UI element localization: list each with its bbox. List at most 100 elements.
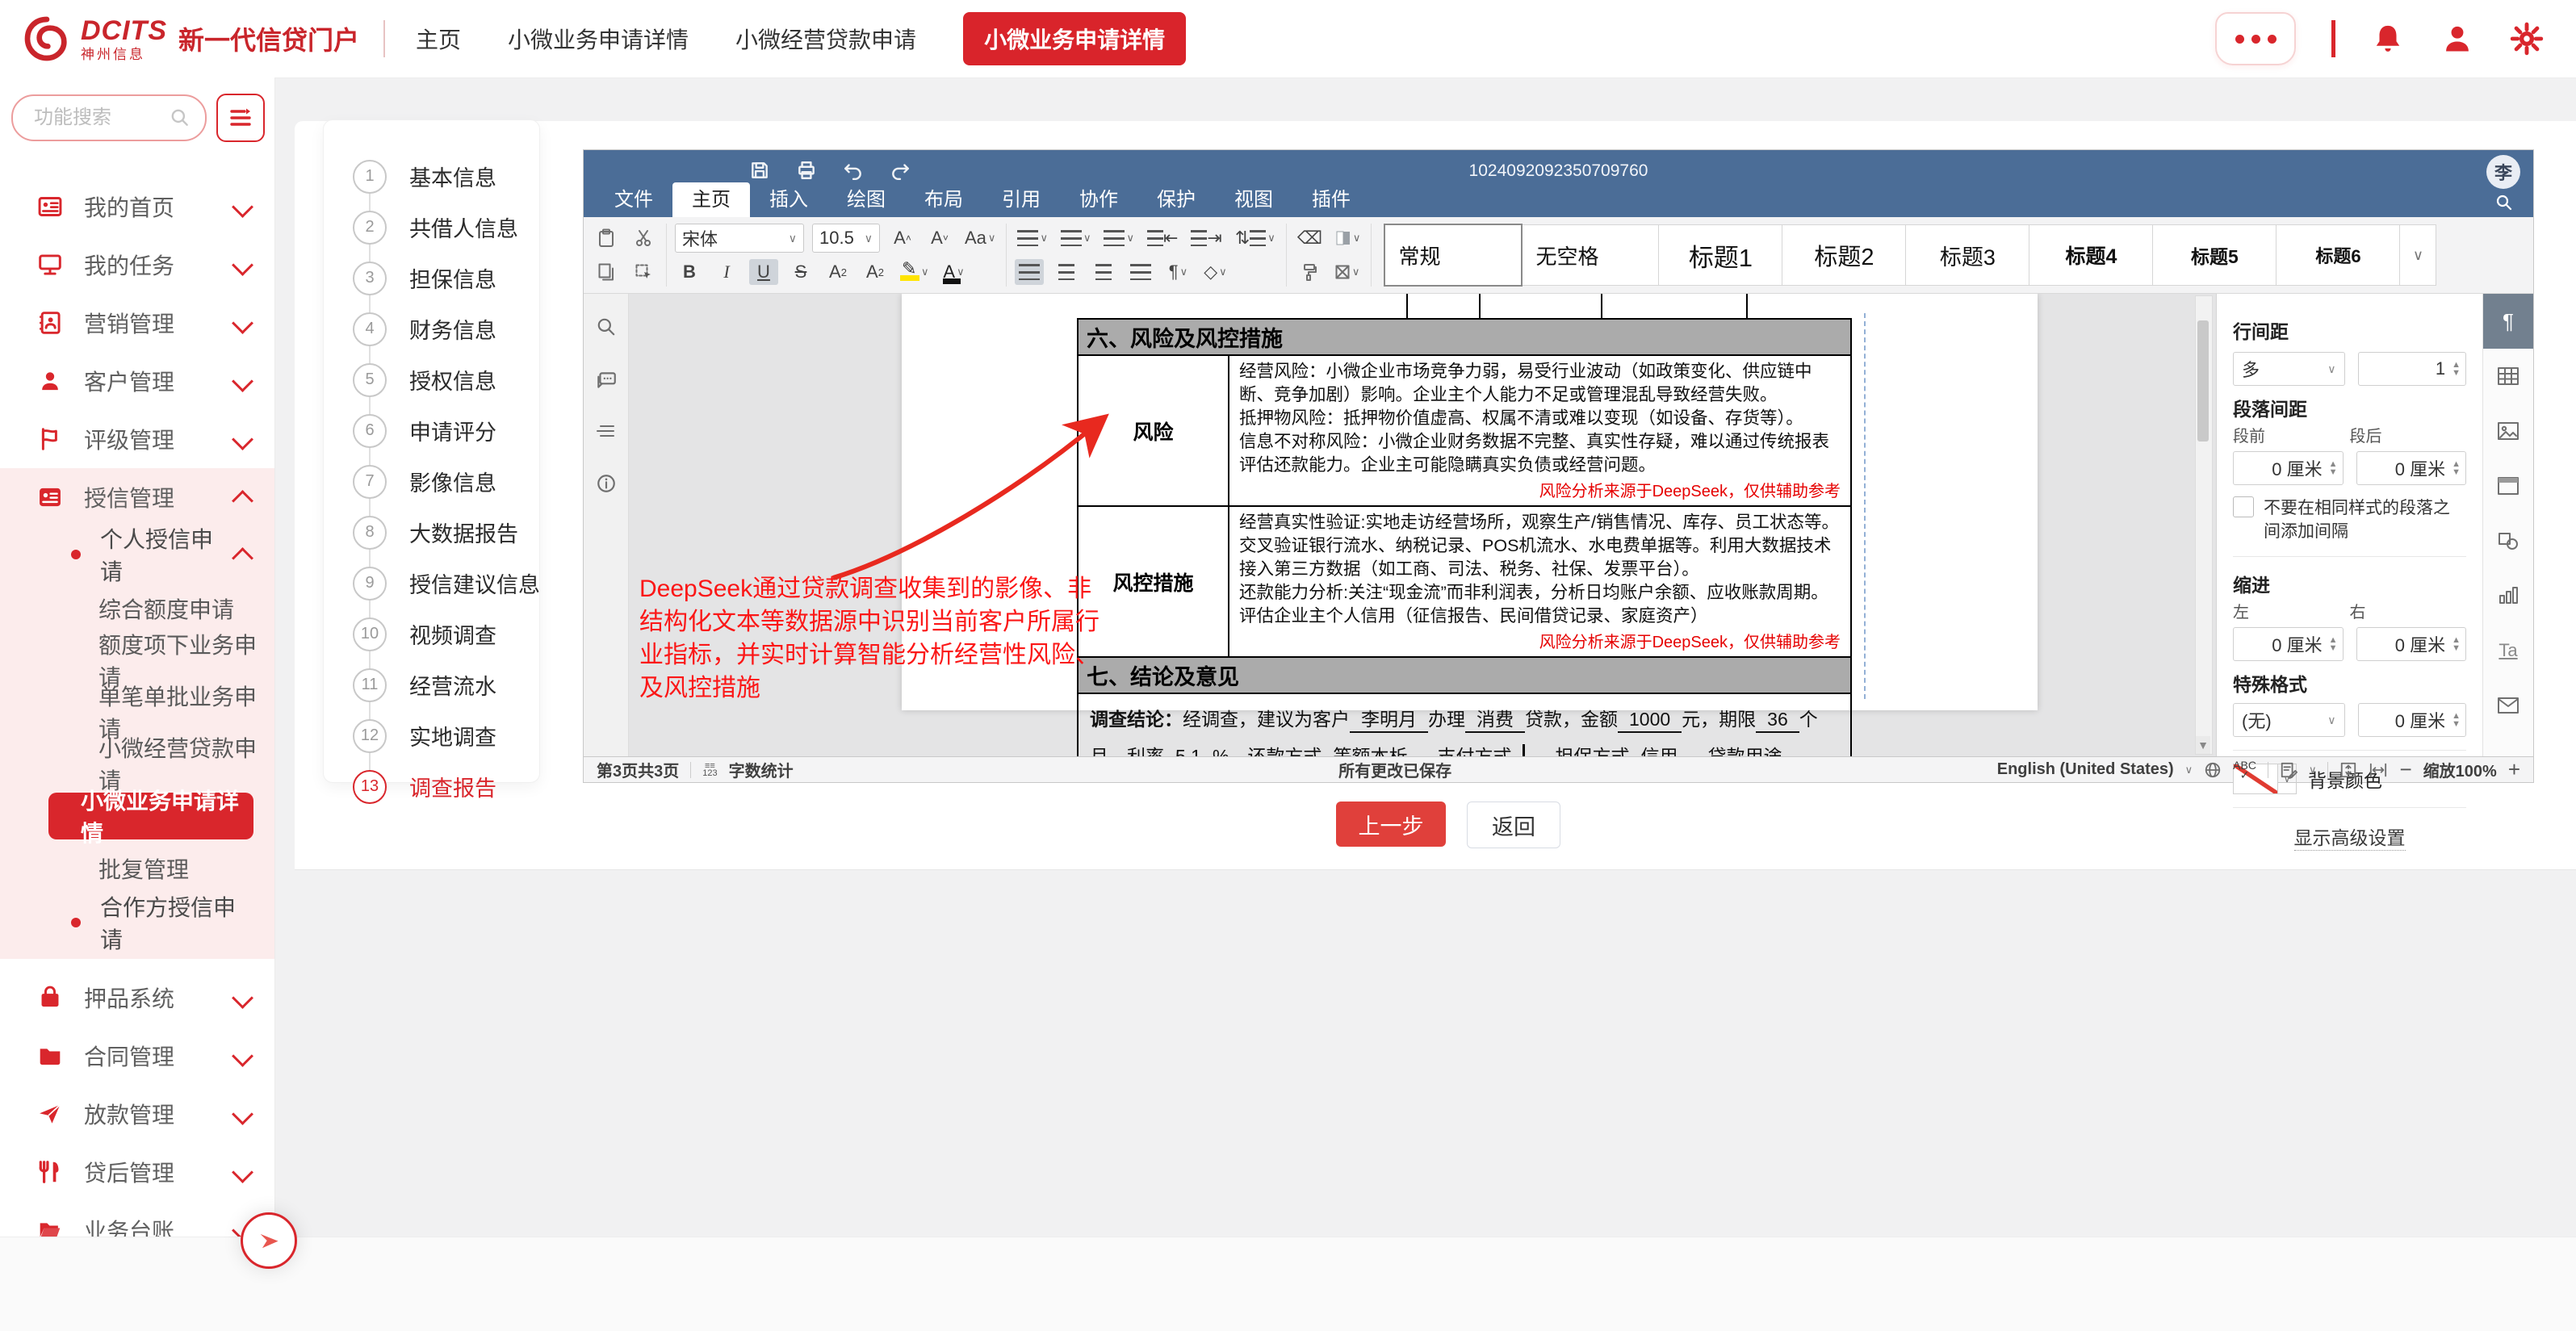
style-heading2[interactable]: 标题2 — [1782, 224, 1906, 286]
styles-expand-icon[interactable]: ∨ — [2399, 224, 2436, 286]
style-heading6[interactable]: 标题6 — [2276, 224, 2400, 286]
step-apply-score[interactable]: 6申请评分 — [353, 405, 540, 456]
sidebar-item-my-tasks[interactable]: 我的任务 — [0, 236, 274, 294]
fit-width-icon[interactable] — [2369, 761, 2388, 779]
special-format-select[interactable]: (无)∨ — [2233, 703, 2345, 737]
sidebar-collapse-fab[interactable] — [241, 1212, 297, 1269]
table-panel-icon[interactable] — [2483, 349, 2533, 404]
info-icon[interactable] — [596, 473, 617, 494]
more-apps-button[interactable] — [2215, 12, 2296, 65]
step-co-borrower[interactable]: 2共借人信息 — [353, 202, 540, 253]
subscript-icon[interactable]: A2 — [861, 259, 890, 285]
sidebar-item-my-home[interactable]: 我的首页 — [0, 178, 274, 236]
sidebar-item-single-batch[interactable]: 单笔单批业务申请 — [0, 686, 274, 738]
language-selector[interactable]: English (United States) — [1997, 760, 2174, 779]
find-icon[interactable] — [596, 316, 617, 337]
paragraph-panel-icon[interactable]: ¶ — [2483, 294, 2533, 349]
step-site-survey[interactable]: 12实地调查 — [353, 710, 540, 761]
editor-tab-view[interactable]: 视图 — [1215, 182, 1292, 217]
paragraph-marks-icon[interactable]: ¶∨ — [1163, 259, 1192, 285]
function-search-input[interactable] — [32, 106, 170, 130]
highlight-color-icon[interactable]: ∨ — [898, 259, 932, 285]
zoom-in-icon[interactable]: + — [2508, 757, 2520, 782]
sidebar-item-rating[interactable]: 评级管理 — [0, 410, 274, 468]
zoom-level[interactable]: 缩放100% — [2423, 758, 2497, 781]
numbered-list-icon[interactable]: ∨ — [1058, 225, 1094, 251]
language-dropdown-icon[interactable]: ∨ — [2185, 764, 2193, 776]
align-left-icon[interactable] — [1015, 259, 1044, 285]
step-survey-report[interactable]: 13调查报告 — [353, 761, 540, 812]
sidebar-item-comprehensive-limit[interactable]: 综合额度申请 — [0, 583, 274, 634]
line-spacing-number[interactable]: 1▲▼ — [2358, 352, 2467, 386]
sidebar-item-collateral[interactable]: 押品系统 — [0, 969, 274, 1027]
sidebar-item-disbursement[interactable]: 放款管理 — [0, 1085, 274, 1143]
shading-icon[interactable]: ◇∨ — [1200, 259, 1229, 285]
conclusion-paragraph[interactable]: 调查结论：经调查，建议为客户李明月办理消费贷款，金额1000元，期限36个月，利… — [1077, 694, 1852, 756]
editor-tab-collaboration[interactable]: 协作 — [1060, 182, 1137, 217]
clear-format-icon[interactable]: ⌫ — [1295, 225, 1325, 251]
sidebar-item-micro-detail-active[interactable]: 小微业务申请详情 — [48, 793, 253, 839]
line-spacing-icon[interactable]: ⇅∨ — [1233, 225, 1278, 251]
bullet-list-icon[interactable]: ∨ — [1015, 225, 1050, 251]
editor-tab-insert[interactable]: 插入 — [750, 182, 827, 217]
sidebar-group-personal-credit[interactable]: 个人授信申请 — [0, 526, 274, 583]
step-credit-advice[interactable]: 9授信建议信息 — [353, 558, 540, 609]
editor-tab-file[interactable]: 文件 — [595, 182, 672, 217]
comments-icon[interactable] — [595, 370, 618, 391]
user-icon[interactable] — [2440, 22, 2474, 56]
globe-icon[interactable] — [2204, 761, 2222, 779]
sidebar-item-under-limit-business[interactable]: 额度项下业务申请 — [0, 634, 274, 686]
font-size-select[interactable]: 10.5∨ — [812, 224, 880, 253]
same-style-spacing-checkbox[interactable]: 不要在相同样式的段落之间添加间隔 — [2233, 496, 2466, 543]
step-authorization[interactable]: 5授权信息 — [353, 354, 540, 405]
fill-color-icon[interactable]: ∨ — [1333, 225, 1363, 251]
header-tab-micro-detail[interactable]: 小微业务申请详情 — [508, 23, 689, 55]
step-video-survey[interactable]: 10视频调查 — [353, 609, 540, 659]
strikethrough-icon[interactable]: S — [786, 259, 815, 285]
sidebar-item-credit-management[interactable]: 授信管理 — [0, 468, 274, 526]
back-button[interactable]: 返回 — [1467, 802, 1560, 848]
indent-right-input[interactable]: 0 厘米▲▼ — [2356, 627, 2467, 661]
page-indicator[interactable]: 第3页共3页 — [597, 758, 679, 781]
text-frame-icon[interactable]: ∨ — [1332, 259, 1363, 285]
headings-nav-icon[interactable] — [596, 423, 617, 441]
sidebar-group-partner-credit[interactable]: 合作方授信申请 — [0, 894, 274, 951]
italic-icon[interactable]: I — [712, 259, 741, 285]
function-search[interactable] — [11, 94, 207, 141]
style-normal[interactable]: 常规 — [1384, 224, 1523, 287]
spacing-after-input[interactable]: 0 厘米▲▼ — [2356, 451, 2467, 485]
bold-icon[interactable]: B — [675, 259, 704, 285]
bell-icon[interactable] — [2371, 22, 2405, 56]
cut-icon[interactable] — [629, 225, 658, 251]
word-count-label[interactable]: 字数统计 — [729, 758, 794, 781]
step-basic-info[interactable]: 1基本信息 — [353, 151, 540, 202]
editor-tab-layout[interactable]: 布局 — [905, 182, 982, 217]
shapes-panel-icon[interactable] — [2483, 513, 2533, 568]
scrollbar-thumb[interactable] — [2197, 320, 2209, 442]
style-heading3[interactable]: 标题3 — [1905, 224, 2029, 286]
underline-icon[interactable]: U — [749, 259, 778, 285]
style-heading4[interactable]: 标题4 — [2029, 224, 2153, 286]
sidebar-item-micro-loan-apply[interactable]: 小微经营贷款申请 — [0, 738, 274, 789]
editor-tab-home[interactable]: 主页 — [672, 182, 750, 217]
advanced-settings-link[interactable]: 显示高级设置 — [2294, 822, 2406, 851]
style-no-spacing[interactable]: 无空格 — [1522, 224, 1659, 286]
indent-left-input[interactable]: 0 厘米▲▼ — [2233, 627, 2344, 661]
editor-tab-plugins[interactable]: 插件 — [1292, 182, 1370, 217]
step-bigdata-report[interactable]: 8大数据报告 — [353, 507, 540, 558]
image-panel-icon[interactable] — [2483, 404, 2533, 458]
sidebar-item-contracts[interactable]: 合同管理 — [0, 1027, 274, 1085]
increase-indent-icon[interactable]: ⇥ — [1188, 225, 1224, 251]
align-center-icon[interactable] — [1052, 259, 1081, 285]
align-justify-icon[interactable] — [1126, 259, 1155, 285]
format-painter-icon[interactable] — [1295, 259, 1324, 285]
spacing-before-input[interactable]: 0 厘米▲▼ — [2233, 451, 2344, 485]
sidebar-collapse-menu-button[interactable] — [216, 94, 265, 142]
track-changes-dropdown-icon[interactable]: ∨ — [2309, 764, 2317, 776]
style-heading1[interactable]: 标题1 — [1658, 224, 1782, 286]
vertical-scrollbar[interactable]: ▼ — [2195, 295, 2213, 755]
step-imaging[interactable]: 7影像信息 — [353, 456, 540, 507]
style-heading5[interactable]: 标题5 — [2152, 224, 2277, 286]
font-name-select[interactable]: 宋体∨ — [675, 224, 804, 253]
select-icon[interactable] — [629, 259, 658, 285]
